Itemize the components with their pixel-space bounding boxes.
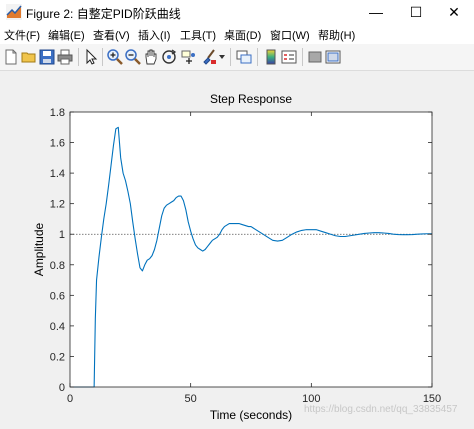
brush-icon[interactable] [200, 48, 218, 66]
y-tick-label: 0.8 [50, 260, 65, 272]
save-icon[interactable] [38, 48, 56, 66]
close-icon: ✕ [448, 4, 460, 20]
close-button[interactable]: ✕ [434, 0, 474, 24]
matlab-figure-icon [6, 4, 22, 20]
y-tick-label: 1.8 [50, 107, 65, 119]
new-figure-icon[interactable] [2, 48, 20, 66]
x-axis-label: Time (seconds) [210, 408, 292, 422]
menu-help[interactable]: 帮助(H) [318, 27, 355, 43]
y-tick-label: 0.4 [50, 321, 65, 333]
y-tick-label: 0.6 [50, 290, 65, 302]
hide-plot-tools-icon[interactable] [306, 48, 324, 66]
title-bar: Figure 2: 自整定PID阶跃曲线 — ☐ ✕ [0, 0, 474, 24]
y-tick-label: 1.6 [50, 138, 65, 150]
figure-toolbar [0, 44, 474, 71]
print-icon[interactable] [56, 48, 74, 66]
y-tick-label: 0.2 [50, 351, 65, 363]
toolbar-separator [78, 48, 79, 66]
minimize-icon: — [369, 4, 383, 20]
link-plot-icon[interactable] [235, 48, 253, 66]
maximize-icon: ☐ [409, 4, 423, 20]
x-tick-label: 0 [67, 393, 73, 405]
menu-file[interactable]: 文件(F) [4, 27, 40, 43]
toolbar-separator [302, 48, 303, 66]
menu-view[interactable]: 查看(V) [93, 27, 130, 43]
insert-colorbar-icon[interactable] [262, 48, 280, 66]
menu-bar: 文件(F) 编辑(E) 查看(V) 插入(I) 工具(T) 桌面(D) 窗口(W… [0, 24, 474, 44]
toolbar-separator [230, 48, 231, 66]
maximize-button[interactable]: ☐ [396, 0, 436, 24]
insert-legend-icon[interactable] [280, 48, 298, 66]
menu-window[interactable]: 窗口(W) [270, 27, 310, 43]
data-cursor-icon[interactable] [180, 48, 198, 66]
step-response-plot[interactable]: 0 50 100 15000.20.40.60.811.21.41.61.8Step … [0, 71, 474, 424]
menu-tools[interactable]: 工具(T) [180, 27, 216, 43]
axes-background [70, 112, 432, 387]
figure-canvas: 0 50 100 150 0 0.2 0.4 0.6 0.8 1 1.2 1.4 1.6 1.8 Step … [0, 71, 474, 424]
y-axis-label: Amplitude [32, 223, 46, 277]
y-tick-label: 1.4 [50, 168, 65, 180]
chart-title: Step Response [210, 92, 292, 106]
watermark-text: https://blog.csdn.net/qq_33835457 [304, 404, 458, 415]
toolbar-separator [257, 48, 258, 66]
chevron-down-icon[interactable] [218, 54, 226, 60]
menu-desktop[interactable]: 桌面(D) [224, 27, 261, 43]
menu-edit[interactable]: 编辑(E) [48, 27, 85, 43]
show-plot-tools-icon[interactable] [324, 48, 342, 66]
minimize-button[interactable]: — [356, 0, 396, 24]
zoom-in-icon[interactable] [106, 48, 124, 66]
menu-insert[interactable]: 插入(I) [138, 27, 170, 43]
pan-icon[interactable] [142, 48, 160, 66]
open-file-icon[interactable] [20, 48, 38, 66]
pointer-icon[interactable] [82, 48, 100, 66]
y-tick-label: 1.2 [50, 199, 65, 211]
rotate-3d-icon[interactable] [160, 48, 178, 66]
toolbar-separator [102, 48, 103, 66]
y-tick-label: 1 [59, 229, 65, 241]
y-tick-label: 0 [59, 382, 65, 394]
x-tick-label: 50 [185, 393, 197, 405]
zoom-out-icon[interactable] [124, 48, 142, 66]
window-title: Figure 2: 自整定PID阶跃曲线 [26, 7, 181, 21]
